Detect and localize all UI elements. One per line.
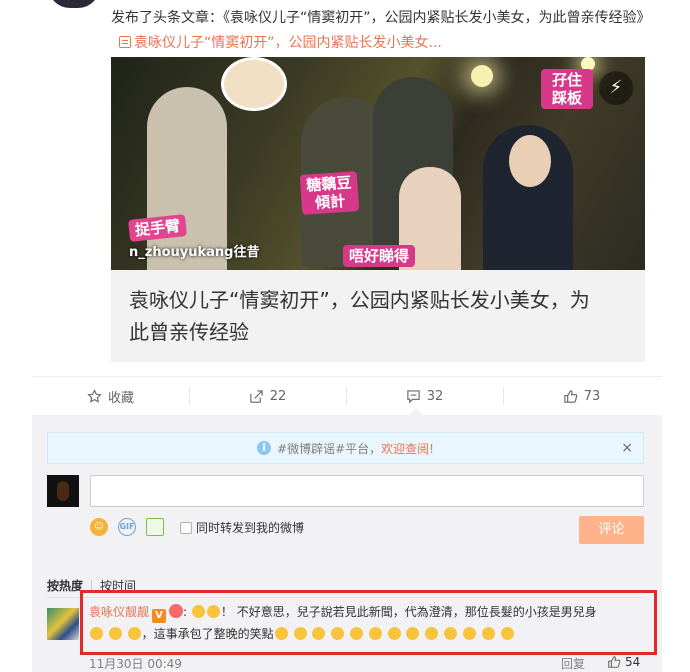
comment-tools: ☺ GIF — [90, 517, 164, 537]
article-link[interactable]: 袁咏仪儿子“情窦初开”，公园内紧贴长发小美女... — [134, 35, 442, 51]
checkbox-box[interactable] — [180, 521, 192, 534]
action-bar: 收藏 22 32 73 — [32, 376, 662, 414]
comment-panel-pointer — [409, 408, 423, 415]
star-icon — [87, 388, 102, 403]
photo-lamp — [471, 65, 493, 87]
comment-input[interactable] — [90, 475, 644, 507]
commenter-avatar[interactable] — [47, 608, 79, 640]
article-link-icon — [119, 36, 131, 48]
post-prefix: 发布了头条文章：《袁咏仪儿子“情窦初开”，公园内紧贴长发小美女，为此曾亲传经验》 — [111, 10, 651, 26]
repost-count: 22 — [269, 388, 287, 404]
divider — [189, 387, 190, 405]
comment-like-count: 54 — [625, 655, 641, 669]
comment-time: 11月30日 00:49 — [89, 657, 182, 671]
photo-inset-face — [221, 57, 287, 111]
comment-like-button[interactable]: 54 — [607, 655, 640, 669]
comment-meta: 11月30日 00:49 回复 54 — [89, 655, 649, 672]
article-title-box[interactable]: 袁咏仪儿子“情窦初开”，公园内紧贴长发小美女，为此曾亲传经验 — [111, 270, 645, 362]
image-watermark: n_zhouyukang往昔 — [129, 245, 260, 260]
comment-count: 32 — [426, 388, 444, 404]
sort-by-hot[interactable]: 按热度 — [47, 577, 83, 594]
comment-button[interactable]: 32 — [346, 377, 503, 415]
comment-icon — [407, 389, 420, 403]
author-avatar[interactable] — [48, 0, 100, 8]
highlight-box — [80, 590, 657, 655]
thumbs-up-icon — [564, 389, 578, 403]
thumbs-up-icon — [608, 656, 621, 668]
rumor-notice: i #微博辟谣#平台， 欢迎查阅! × — [47, 432, 644, 464]
notice-text: #微博辟谣#平台， — [277, 441, 382, 456]
like-button[interactable]: 73 — [503, 377, 660, 415]
emoji-icon[interactable]: ☺ — [90, 518, 108, 536]
favorite-label: 收藏 — [107, 390, 134, 406]
image-sticker: 唔好睇得 — [343, 245, 416, 267]
flash-icon[interactable]: ⚡ — [599, 71, 633, 105]
post-text: 发布了头条文章：《袁咏仪儿子“情窦初开”，公园内紧贴长发小美女，为此曾亲传经验》… — [111, 6, 651, 56]
image-sticker: 孖住 踩板 — [541, 69, 593, 109]
repost-label: 同时转发到我的微博 — [196, 521, 305, 535]
divider — [503, 387, 504, 405]
my-avatar[interactable] — [47, 475, 79, 507]
article-cover-image[interactable]: 糖黐豆 傾計 孖住 踩板 捉手臂 唔好睇得 ⚡ n_zhouyukang往昔 — [111, 57, 645, 270]
image-sticker: 糖黐豆 傾計 — [299, 171, 360, 215]
reply-button[interactable]: 回复 — [561, 655, 585, 672]
image-icon[interactable] — [146, 518, 164, 536]
repost-checkbox[interactable]: 同时转发到我的微博 — [180, 519, 304, 536]
article-title[interactable]: 袁咏仪儿子“情窦初开”，公园内紧贴长发小美女，为此曾亲传经验 — [129, 284, 609, 348]
photo-man-face — [509, 135, 551, 187]
divider — [346, 387, 347, 405]
like-count: 73 — [583, 388, 601, 404]
repost-button[interactable]: 22 — [189, 377, 346, 415]
submit-comment-button[interactable]: 评论 — [579, 516, 644, 544]
info-icon: i — [257, 441, 272, 455]
gif-icon[interactable]: GIF — [118, 518, 136, 536]
notice-link[interactable]: 欢迎查阅! — [381, 440, 434, 457]
share-icon — [250, 389, 263, 403]
close-icon[interactable]: × — [621, 440, 633, 456]
favorite-button[interactable]: 收藏 — [32, 377, 189, 415]
